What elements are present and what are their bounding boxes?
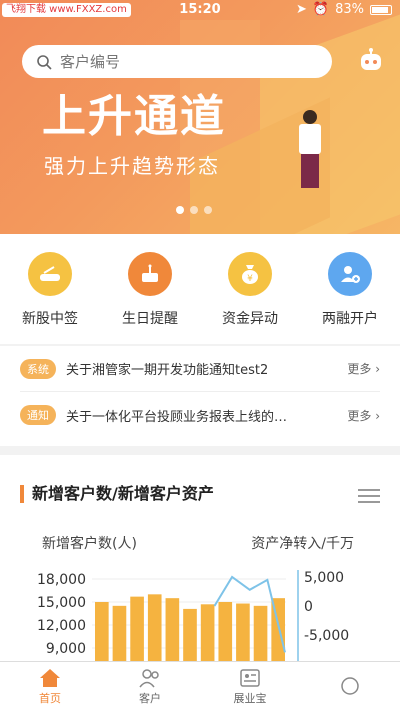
status-bar: 飞翔下载 www.FXXZ.com 15:20 ➤ ⏰ 83% bbox=[0, 0, 400, 20]
carousel-dot bbox=[204, 206, 212, 214]
carousel-dot bbox=[176, 206, 184, 214]
more-link[interactable]: 更多 › bbox=[347, 360, 380, 377]
battery-percent: 83% bbox=[335, 2, 364, 17]
money-bag-icon: ¥ bbox=[228, 252, 272, 296]
search-icon bbox=[37, 54, 52, 70]
alarm-icon: ⏰ bbox=[312, 2, 330, 17]
tab-label: 首页 bbox=[39, 691, 61, 705]
quick-entry-grid: 新股中签 生日提醒 ¥ 资金异动 两融开户 bbox=[0, 234, 400, 344]
quick-entry-label: 两融开户 bbox=[322, 311, 378, 327]
left-axis-label: 新增客户数(人) bbox=[42, 536, 137, 552]
y2-tick-label: -5,000 bbox=[304, 628, 349, 644]
tab-label: 客户 bbox=[139, 691, 161, 705]
tab-business[interactable]: 展业宝 bbox=[200, 662, 300, 711]
banner-subtitle: 强力上升趋势形态 bbox=[44, 154, 220, 178]
carousel-indicator bbox=[176, 206, 212, 214]
bar bbox=[253, 605, 268, 661]
y-tick-label: 18,000 bbox=[37, 572, 86, 588]
notice-item[interactable]: 系统 关于湘管家一期开发功能通知test2 更多 › bbox=[20, 346, 380, 392]
robot-assistant-icon[interactable] bbox=[358, 48, 384, 74]
birthday-cake-icon bbox=[128, 252, 172, 296]
banner-title: 上升通道 bbox=[42, 91, 226, 142]
quick-entry-new-stock[interactable]: 新股中签 bbox=[10, 252, 90, 344]
bar bbox=[112, 605, 127, 661]
y-tick-label: 12,000 bbox=[37, 618, 86, 634]
quick-entry-birthday[interactable]: 生日提醒 bbox=[110, 252, 190, 344]
more-icon bbox=[341, 676, 359, 695]
quick-entry-label: 资金异动 bbox=[222, 311, 278, 327]
search-input[interactable] bbox=[60, 52, 300, 71]
bar bbox=[200, 604, 215, 661]
search-bar[interactable] bbox=[22, 45, 332, 78]
carousel-dot bbox=[190, 206, 198, 214]
new-stock-icon bbox=[28, 252, 72, 296]
banner-carousel[interactable]: 上升通道 强力上升趋势形态 bbox=[0, 0, 400, 234]
svg-text:¥: ¥ bbox=[247, 274, 253, 284]
bar bbox=[130, 596, 144, 661]
tab-label: 展业宝 bbox=[233, 691, 267, 705]
customers-icon bbox=[139, 668, 159, 687]
y-tick-label: 15,000 bbox=[37, 595, 86, 611]
y-tick-label: 9,000 bbox=[46, 641, 86, 657]
bar bbox=[236, 603, 250, 661]
bar bbox=[95, 602, 109, 661]
location-icon: ➤ bbox=[296, 2, 307, 17]
add-user-icon bbox=[328, 252, 372, 296]
right-axis-label: 资产净转入/千万 bbox=[251, 536, 354, 552]
notice-list: 系统 关于湘管家一期开发功能通知test2 更多 › 通知 关于一体化平台投顾业… bbox=[0, 346, 400, 446]
notice-tag: 通知 bbox=[20, 405, 56, 425]
menu-icon[interactable] bbox=[358, 489, 380, 503]
y2-tick-label: 0 bbox=[304, 599, 313, 615]
bar-line-chart: 18,000 15,000 12,000 9,000 5,000 0 -5,000 bbox=[37, 570, 349, 661]
bar bbox=[218, 602, 233, 661]
notice-text: 关于湘管家一期开发功能通知test2 bbox=[66, 363, 269, 378]
chart-card: 新增客户数/新增客户资产 新增客户数(人) 资产净转入/千万 18,000 15,… bbox=[0, 455, 400, 661]
battery-icon bbox=[370, 4, 392, 15]
home-icon bbox=[40, 668, 60, 687]
bar bbox=[147, 594, 162, 661]
notice-item[interactable]: 通知 关于一体化平台投顾业务报表上线的… 更多 › bbox=[20, 392, 380, 438]
banner-figure-illustration bbox=[295, 110, 325, 190]
quick-entry-label: 生日提醒 bbox=[122, 311, 178, 327]
tab-home[interactable]: 首页 bbox=[0, 662, 100, 711]
chart-card-title: 新增客户数/新增客户资产 bbox=[20, 485, 214, 503]
y2-tick-label: 5,000 bbox=[304, 570, 344, 586]
quick-entry-margin-account[interactable]: 两融开户 bbox=[310, 252, 390, 344]
business-card-icon bbox=[240, 668, 260, 687]
tab-more[interactable] bbox=[300, 662, 400, 711]
notice-text: 关于一体化平台投顾业务报表上线的… bbox=[66, 409, 288, 425]
quick-entry-label: 新股中签 bbox=[22, 311, 78, 327]
quick-entry-fund-change[interactable]: ¥ 资金异动 bbox=[210, 252, 290, 344]
bar bbox=[183, 608, 197, 661]
bar bbox=[165, 598, 180, 661]
tab-customers[interactable]: 客户 bbox=[100, 662, 200, 711]
bottom-tab-bar: 首页 客户 展业宝 bbox=[0, 661, 400, 711]
notice-tag: 系统 bbox=[20, 358, 56, 379]
more-link[interactable]: 更多 › bbox=[347, 407, 380, 424]
